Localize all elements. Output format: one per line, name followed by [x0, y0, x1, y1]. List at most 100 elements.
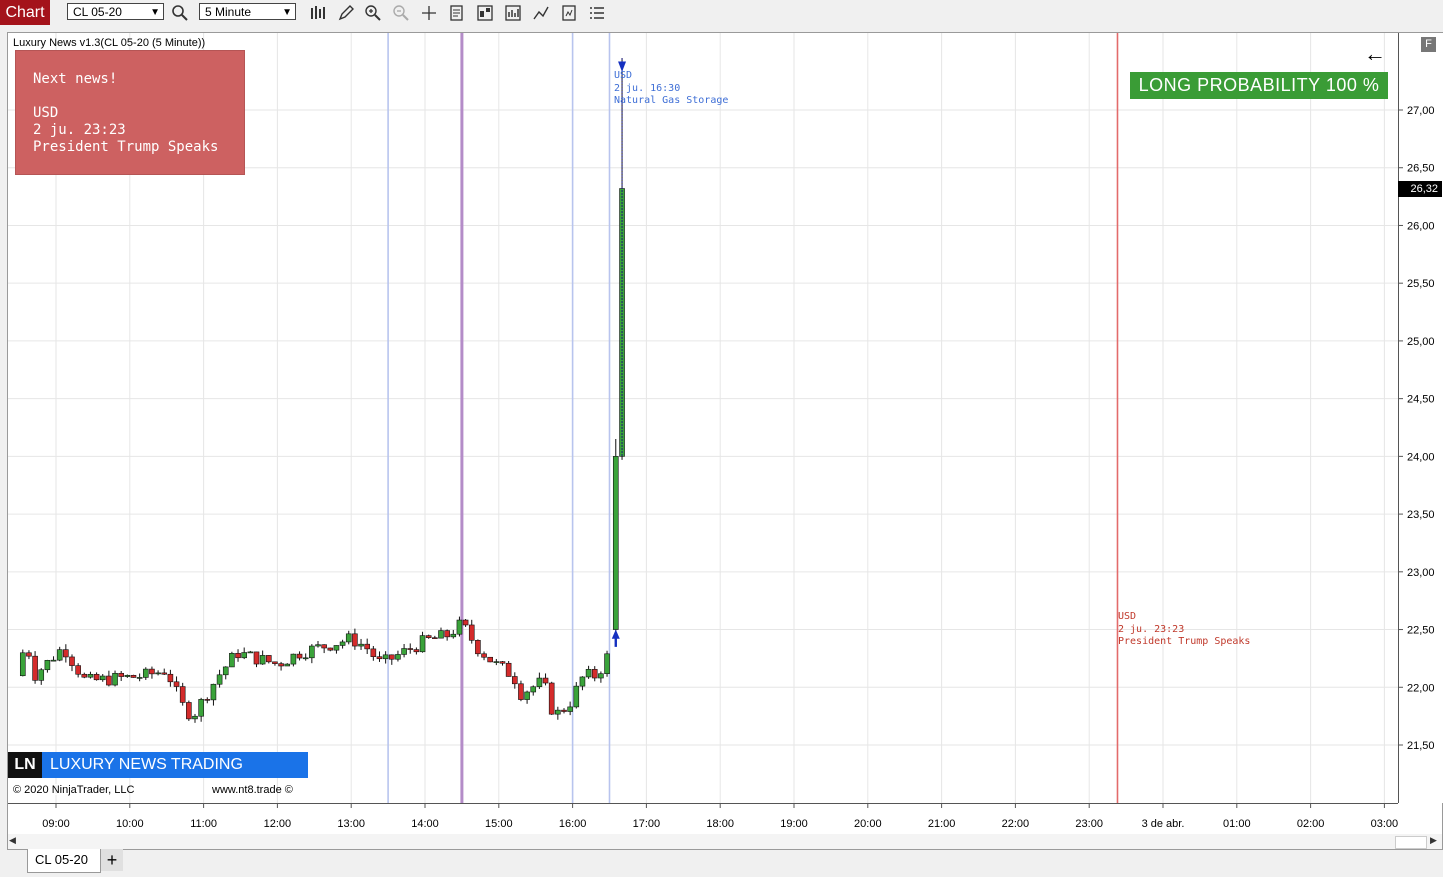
candle-body: [222, 666, 229, 676]
candle-body: [438, 630, 444, 639]
candle-body: [149, 668, 155, 675]
candle-body: [462, 619, 469, 626]
price-tick-label: 23,00: [1407, 567, 1435, 579]
candle-body: [370, 648, 377, 657]
time-tick-label: 13:00: [337, 818, 365, 830]
price-axis[interactable]: 27,00 26,50 26,00 25,50 25,00 24,50 24,00 23,50…: [1398, 33, 1443, 803]
indicator-title: Luxury News v1.3(CL 05-20 (5 Minute)): [13, 37, 206, 49]
next-news-time: 2 ju. 23:23: [33, 122, 126, 138]
candle-body: [118, 672, 124, 677]
candle-body: [444, 630, 450, 638]
instrument-selector[interactable]: CL 05-20 ▼: [67, 3, 164, 20]
candle-body: [204, 699, 211, 701]
current-price-badge: 26,32: [1398, 181, 1442, 197]
up-arrow-icon: [611, 629, 620, 647]
candle-body: [579, 676, 586, 687]
candle-body: [210, 683, 217, 701]
time-tick-label: 20:00: [854, 818, 882, 830]
candle-body: [345, 633, 352, 643]
candle-body: [573, 685, 580, 708]
add-tab-button[interactable]: +: [101, 849, 123, 871]
price-tick-label: 21,50: [1407, 740, 1435, 752]
candle-body: [487, 656, 493, 663]
candle-body: [505, 662, 512, 677]
chart-menu-button[interactable]: Chart: [0, 0, 50, 25]
price-tick-label: 23,50: [1407, 509, 1435, 521]
indicators-icon[interactable]: [475, 3, 495, 23]
candle-body: [235, 653, 241, 659]
candle-body: [567, 706, 573, 712]
time-axis[interactable]: 09:00 10:00 11:00 12:00 13:00 14:00 15:00 16:00…: [8, 803, 1398, 834]
tab-cl-05-20[interactable]: CL 05-20: [27, 849, 101, 873]
strategies-icon[interactable]: [503, 3, 523, 23]
list-icon[interactable]: [587, 3, 607, 23]
horizontal-scrollbar[interactable]: ◀ ▶: [8, 834, 1442, 849]
search-icon[interactable]: [170, 3, 190, 23]
back-arrow-icon[interactable]: ←: [1364, 41, 1386, 67]
price-tick-label: 22,50: [1407, 625, 1435, 637]
candle-body: [499, 661, 506, 664]
bottom-tab-bar: [0, 850, 1443, 877]
candle-body: [450, 633, 457, 638]
candle-body: [229, 653, 235, 668]
time-tick-label: 03:00: [1371, 818, 1398, 830]
interval-selector[interactable]: 5 Minute ▼: [199, 3, 296, 20]
candle-body: [63, 649, 69, 658]
time-tick-label: 16:00: [559, 818, 587, 830]
f-button[interactable]: F: [1421, 37, 1436, 52]
toolbar: Chart CL 05-20 ▼ 5 Minute ▼: [0, 0, 1443, 26]
properties-icon[interactable]: [447, 3, 467, 23]
candle-body: [604, 653, 610, 674]
data-box-icon[interactable]: [559, 3, 579, 23]
price-tick-label: 25,00: [1407, 336, 1435, 348]
candle-body: [561, 709, 567, 712]
time-tick-label: 18:00: [706, 818, 734, 830]
candle-body: [321, 644, 327, 649]
candle-body: [75, 665, 81, 675]
candle-body: [124, 674, 131, 677]
candle-body: [290, 653, 297, 665]
candle-body: [524, 691, 530, 700]
zoom-out-icon[interactable]: [391, 3, 411, 23]
candle-body: [56, 649, 63, 661]
candle-body: [548, 682, 555, 715]
candle-body: [302, 657, 309, 660]
candle-body: [309, 645, 315, 659]
candle-body: [432, 637, 438, 639]
candle-body: [253, 651, 260, 665]
site-text: www.nt8.trade ©: [212, 784, 293, 796]
time-tick-label: 3 de abr.: [1142, 818, 1185, 830]
candle-body: [87, 673, 94, 678]
scroll-thumb[interactable]: [1395, 836, 1427, 849]
candle-body: [542, 677, 549, 684]
candle-body: [364, 643, 370, 650]
zoom-in-icon[interactable]: [363, 3, 383, 23]
candle-body: [382, 654, 389, 660]
next-news-heading: Next news!: [33, 71, 118, 87]
candle-body: [142, 668, 149, 678]
pencil-icon[interactable]: [336, 3, 356, 23]
candle-body: [38, 669, 45, 681]
crosshair-icon[interactable]: [419, 3, 439, 23]
drawing-tools-icon[interactable]: [531, 3, 551, 23]
bars-icon[interactable]: [308, 3, 328, 23]
price-tick-label: 22,00: [1407, 682, 1435, 694]
candle-body: [278, 663, 284, 667]
candle-body: [401, 648, 407, 655]
candle-body: [167, 673, 174, 683]
candle-body: [155, 672, 161, 675]
price-tick-label: 25,50: [1407, 278, 1435, 290]
candle-body: [272, 661, 278, 664]
price-tick-label: 27,00: [1407, 105, 1435, 117]
price-tick-label: 24,50: [1407, 394, 1435, 406]
price-tick-label: 26,00: [1407, 220, 1435, 232]
scroll-left-icon[interactable]: ◀: [9, 835, 16, 846]
candle-body: [518, 683, 524, 700]
candle-body: [259, 655, 266, 665]
news-annotation-trump: USD 2 ju. 23:23 President Trump Speaks: [1118, 611, 1250, 649]
candle-body: [69, 656, 75, 666]
candle-body: [333, 645, 340, 651]
candle-body: [591, 669, 598, 679]
candle-body: [536, 677, 543, 688]
scroll-right-icon[interactable]: ▶: [1430, 835, 1437, 846]
